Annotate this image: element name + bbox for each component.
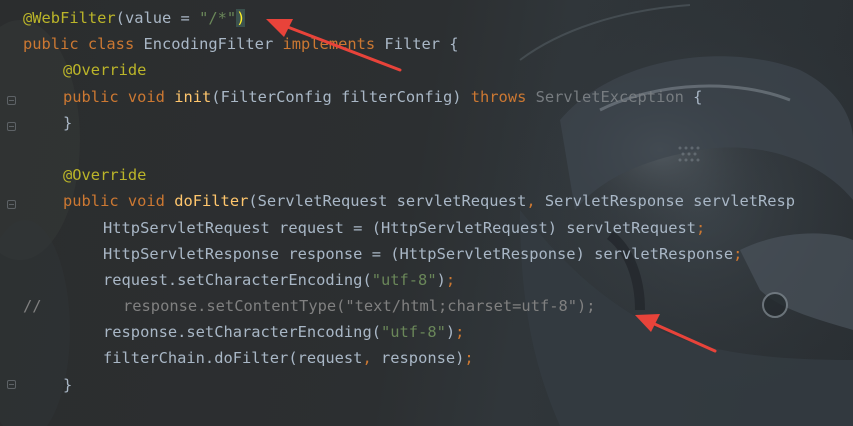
method-name-token: doFilter <box>174 192 249 211</box>
code-line: filterChain.doFilter(request, response); <box>103 349 474 368</box>
annotation-token: @Override <box>63 61 147 80</box>
code-line: request.setCharacterEncoding("utf-8"); <box>103 270 456 289</box>
code-editor[interactable]: @WebFilter(value = "/*") public class En… <box>0 0 853 426</box>
string-token: "utf-8" <box>371 270 437 289</box>
code-line: public class EncodingFilter implements F… <box>23 35 459 54</box>
method-name-token: init <box>174 87 212 106</box>
code-line: } <box>63 113 73 132</box>
code-line: @Override <box>0 162 853 188</box>
code-area[interactable]: @WebFilter(value = "/*") public class En… <box>0 5 853 398</box>
code-line: public void doFilter(ServletRequest serv… <box>63 192 796 211</box>
string-token: "utf-8" <box>380 323 446 342</box>
comment-marker: // <box>23 297 42 316</box>
comment-text: response.setContentType("text/html;chars… <box>123 297 596 316</box>
string-token: "/*" <box>199 9 237 27</box>
class-name-token: EncodingFilter <box>143 35 283 54</box>
code-line: @Override <box>0 57 853 83</box>
code-line: HttpServletResponse response = (HttpServ… <box>103 244 743 263</box>
code-line: @WebFilter(value = "/*") <box>23 9 246 27</box>
annotation-token: @Override <box>63 166 147 185</box>
annotation-token: @WebFilter <box>23 9 116 27</box>
code-line: HttpServletRequest request = (HttpServle… <box>103 218 706 237</box>
code-line: } <box>63 375 73 394</box>
commented-code-line: // response.setContentType("text/html;ch… <box>0 293 853 319</box>
matched-paren: ) <box>236 9 246 27</box>
code-line: response.setCharacterEncoding("utf-8"); <box>103 323 465 342</box>
code-line: public void init(FilterConfig filterConf… <box>63 87 703 106</box>
